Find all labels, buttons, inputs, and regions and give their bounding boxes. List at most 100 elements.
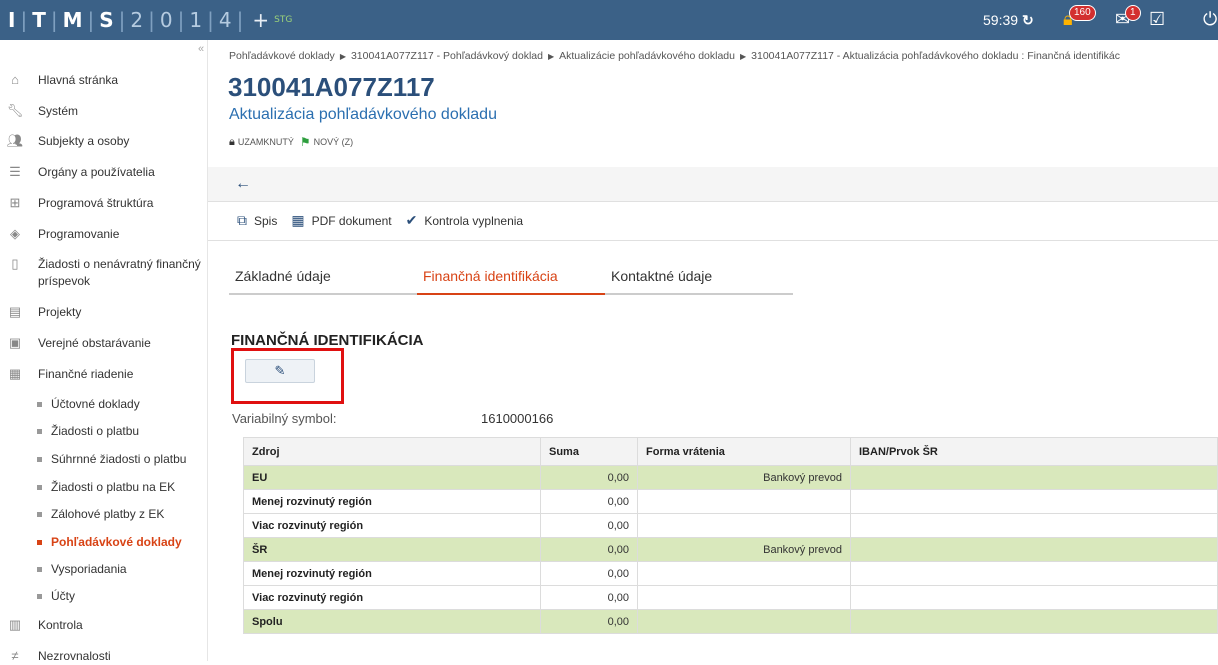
tab-zakladne-udaje[interactable]: Základné údaje — [229, 268, 417, 295]
table-row[interactable]: ŠR 0,00 Bankový prevod — [243, 537, 1218, 562]
status-locked: UZAMKNUTÝ — [237, 137, 294, 147]
sidebar-item-subjekty[interactable]: 👥︎ Subjekty a osoby — [0, 133, 208, 150]
cell-iban — [850, 489, 1218, 514]
mail-count-badge: 1 — [1125, 5, 1141, 21]
sidebar-subitem-zalohove-platby[interactable]: Zálohové platby z EK — [37, 507, 164, 521]
cell-iban — [850, 465, 1218, 490]
cell-iban — [850, 513, 1218, 538]
cell-suma: 0,00 — [540, 585, 638, 610]
column-header-iban[interactable]: IBAN/Prvok ŠR — [850, 437, 1218, 466]
cell-zdroj: Viac rozvinutý región — [243, 585, 541, 610]
table-row[interactable]: Viac rozvinutý región 0,00 — [243, 513, 1218, 538]
cart-icon: ▣ — [8, 335, 22, 350]
collapse-sidebar-icon[interactable]: « — [198, 43, 204, 55]
spis-button[interactable]: ⧉ Spis — [237, 212, 277, 229]
sidebar-subitem-ziadosti-ek[interactable]: Žiadosti o platbu na EK — [37, 480, 175, 494]
env-label: STG — [274, 15, 293, 25]
cell-forma — [637, 513, 851, 538]
cell-suma: 0,00 — [540, 465, 638, 490]
cell-zdroj: Menej rozvinutý región — [243, 489, 541, 514]
sidebar-subitem-vysporiadania[interactable]: Vysporiadania — [37, 562, 127, 576]
financna-identifikacia-table: Zdroj Suma Forma vrátenia IBAN/Prvok ŠR … — [243, 437, 1218, 634]
edit-button[interactable]: ✎ — [245, 359, 315, 383]
sidebar-subitem-ziadosti-o-platbu[interactable]: Žiadosti o platbu — [37, 424, 139, 438]
variabilny-symbol-label: Variabilný symbol: — [232, 411, 337, 426]
page-title: 310041A077Z117 — [228, 72, 435, 102]
breadcrumb-separator-icon: ▶ — [339, 52, 346, 61]
folder-icon: ▤ — [8, 304, 22, 319]
cell-forma — [637, 561, 851, 586]
sidebar-item-system[interactable]: 🔧︎ Systém — [0, 103, 208, 120]
back-arrow-icon[interactable]: ← — [235, 175, 251, 193]
cell-zdroj: ŠR — [243, 537, 541, 562]
power-icon[interactable]: ⏻ — [1203, 9, 1217, 30]
cell-suma: 0,00 — [540, 561, 638, 586]
breadcrumb-separator-icon: ▶ — [740, 52, 747, 61]
cell-iban — [850, 609, 1218, 634]
cell-forma: Bankový prevod — [637, 465, 851, 490]
cell-zdroj: Spolu — [243, 609, 541, 634]
cell-suma: 0,00 — [540, 513, 638, 538]
pdf-button[interactable]: ▦ PDF dokument — [291, 212, 391, 229]
sidebar-item-organy[interactable]: ☰ Orgány a používatelia — [0, 164, 208, 181]
cell-suma: 0,00 — [540, 489, 638, 514]
cell-zdroj: Menej rozvinutý región — [243, 561, 541, 586]
kontrola-vyplnenia-button[interactable]: ✔ Kontrola vyplnenia — [406, 212, 523, 229]
breadcrumb-link[interactable]: Aktualizácie pohľadávkového dokladu — [559, 50, 735, 62]
cell-iban — [850, 585, 1218, 610]
document-icon: ▯ — [11, 256, 19, 271]
table-row[interactable]: Spolu 0,00 — [243, 609, 1218, 634]
status-row: 🔒︎ UZAMKNUTÝ ⚑ NOVÝ (Z) — [229, 135, 353, 149]
cell-suma: 0,00 — [540, 537, 638, 562]
sidebar-item-hlavna-stranka[interactable]: ⌂ Hlavná stránka — [0, 72, 208, 89]
tab-kontaktne-udaje[interactable]: Kontaktné údaje — [605, 268, 793, 295]
cell-zdroj: EU — [243, 465, 541, 490]
page-subtitle: Aktualizácia pohľadávkového dokladu — [229, 106, 497, 123]
sidebar-subitem-pohladavkove-doklady[interactable]: Pohľadávkové doklady — [37, 535, 182, 549]
sidebar-item-verejne-obstaravanie[interactable]: ▣ Verejné obstarávanie — [0, 335, 208, 352]
cell-forma — [637, 489, 851, 514]
sidebar-subitem-ucty[interactable]: Účty — [37, 589, 75, 603]
table-row[interactable]: EU 0,00 Bankový prevod — [243, 465, 1218, 490]
files-icon: ⧉ — [237, 212, 247, 228]
sidebar-item-nezrovnalosti[interactable]: ≠ Nezrovnalosti — [0, 648, 208, 665]
lock-count-badge: 160 — [1069, 5, 1096, 21]
sidebar-item-kontrola[interactable]: ▥ Kontrola — [0, 617, 208, 634]
table-row[interactable]: Menej rozvinutý región 0,00 — [243, 489, 1218, 514]
sidebar-item-projekty[interactable]: ▤ Projekty — [0, 304, 208, 321]
column-header-forma[interactable]: Forma vrátenia — [637, 437, 851, 466]
column-header-zdroj[interactable]: Zdroj — [243, 437, 541, 466]
tab-financna-identifikacia[interactable]: Finančná identifikácia — [417, 268, 605, 295]
cell-forma: Bankový prevod — [637, 537, 851, 562]
breadcrumb: Pohľadávkové doklady ▶ 310041A077Z117 - Po… — [229, 50, 1218, 62]
divider — [208, 240, 1218, 241]
session-timer[interactable]: 59:39 ↻ — [983, 0, 1034, 40]
cell-iban — [850, 537, 1218, 562]
cell-forma — [637, 609, 851, 634]
sidebar-subitem-uctovne-doklady[interactable]: Účtovné doklady — [37, 397, 140, 411]
checklist-icon: ▥ — [8, 617, 22, 632]
table-row[interactable]: Menej rozvinutý región 0,00 — [243, 561, 1218, 586]
breadcrumb-current: 310041A077Z117 - Aktualizácia pohľadávko… — [751, 50, 1121, 62]
toolbar: ⧉ Spis ▦ PDF dokument ✔ Kontrola vyplnenia — [237, 212, 537, 229]
sidebar-item-programova-struktura[interactable]: ⊞ Programová štruktúra — [0, 195, 208, 212]
itms-logo[interactable]: I | T | M | S | 2 | 0 | 1 | 4 | + STG — [8, 0, 292, 40]
flag-icon: ⚑ — [299, 135, 311, 149]
column-header-suma[interactable]: Suma — [540, 437, 638, 466]
breadcrumb-link[interactable]: Pohľadávkové doklady — [229, 50, 335, 62]
breadcrumb-separator-icon: ▶ — [547, 52, 555, 61]
refresh-icon[interactable]: ↻ — [1022, 12, 1034, 29]
people-icon: 👥︎ — [6, 133, 24, 148]
sidebar-subitem-suhrnne-ziadosti[interactable]: Súhrnné žiadosti o platbu — [37, 452, 186, 466]
pencil-icon: ✎ — [274, 363, 286, 378]
table-row[interactable]: Viac rozvinutý región 0,00 — [243, 585, 1218, 610]
sidebar-item-programovanie[interactable]: ◈ Programovanie — [0, 226, 208, 243]
sidebar-item-financne-riadenie[interactable]: ▦ Finančné riadenie — [0, 366, 208, 383]
pdf-icon: ▦ — [291, 212, 305, 228]
breadcrumb-link[interactable]: 310041A077Z117 - Pohľadávkový doklad — [351, 50, 543, 62]
wrench-icon: 🔧︎ — [6, 103, 24, 118]
variabilny-symbol-value: 1610000166 — [481, 411, 554, 426]
section-title: FINANČNÁ IDENTIFIKÁCIA — [231, 332, 424, 349]
clipboard-check-icon[interactable]: ☑ — [1149, 9, 1165, 30]
sidebar-item-ziadosti-nfp[interactable]: ▯ Žiadosti o nenávratný finančný príspevo… — [0, 256, 208, 290]
